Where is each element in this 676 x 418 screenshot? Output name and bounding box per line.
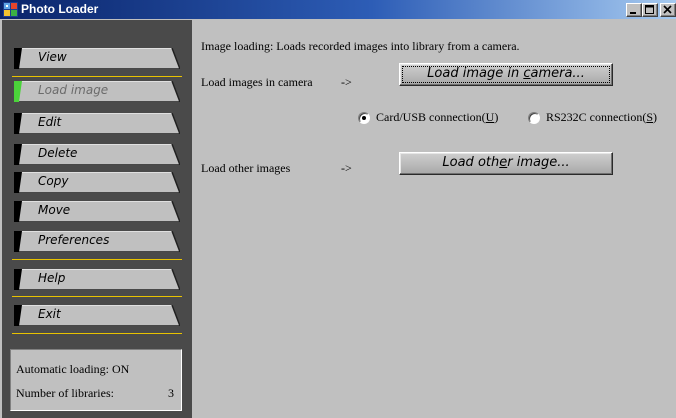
radio-label: Card/USB connection(U) xyxy=(376,110,499,124)
sidebar-item-label: Help xyxy=(38,271,66,285)
button-text: Load oth xyxy=(442,155,500,170)
sidebar-separator xyxy=(12,296,182,297)
main-panel: Image loading: Loads recorded images int… xyxy=(193,20,676,418)
sidebar-item-label: Exit xyxy=(38,307,61,321)
radio-dot xyxy=(362,115,366,120)
photo-loader-app-icon[interactable] xyxy=(3,2,18,17)
sidebar: View Load image Edit Delete Copy Move Pr… xyxy=(2,20,192,418)
camera-row-label: Load images in camera xyxy=(201,75,313,89)
sidebar-item-label: Move xyxy=(38,203,71,217)
sidebar-item-label: Copy xyxy=(38,174,69,188)
sidebar-item-help[interactable]: Help xyxy=(14,269,180,290)
other-row-arrow: -> xyxy=(341,161,352,175)
sidebar-item-delete[interactable]: Delete xyxy=(14,144,180,165)
card-usb-connection-radio[interactable]: Card/USB connection(U) xyxy=(358,110,498,125)
auto-loading-status: Automatic loading: ON xyxy=(16,362,130,376)
sidebar-item-label: Delete xyxy=(38,146,78,160)
radio-circle-selected xyxy=(358,111,370,124)
button-text: amera... xyxy=(530,66,585,81)
sidebar-item-load-image[interactable]: Load image xyxy=(14,81,180,102)
title-bar[interactable]: Photo Loader xyxy=(0,0,676,19)
maximize-button[interactable] xyxy=(642,3,658,17)
page-description: Image loading: Loads recorded images int… xyxy=(201,39,520,53)
minimize-icon xyxy=(630,12,636,14)
photo-loader-window: Photo Loader View Load image Edit Delete… xyxy=(0,0,676,418)
radio-label: RS232C connection(S) xyxy=(546,110,658,124)
window-title: Photo Loader xyxy=(21,2,99,16)
sidebar-item-label: View xyxy=(38,50,67,64)
sidebar-item-move[interactable]: Move xyxy=(14,201,180,222)
button-text: Load image in xyxy=(427,66,524,81)
libraries-count-value: 3 xyxy=(168,386,174,400)
sidebar-item-copy[interactable]: Copy xyxy=(14,172,180,193)
other-row-label: Load other images xyxy=(201,161,291,175)
maximize-icon xyxy=(645,5,654,14)
status-panel: Automatic loading: ON Number of librarie… xyxy=(10,349,182,411)
sidebar-item-label: Edit xyxy=(38,115,62,129)
sidebar-separator xyxy=(12,333,182,334)
close-button[interactable] xyxy=(660,3,676,17)
load-image-in-camera-button[interactable]: Load image in camera... xyxy=(399,63,613,86)
sidebar-item-edit[interactable]: Edit xyxy=(14,113,180,134)
sidebar-item-preferences[interactable]: Preferences xyxy=(14,231,180,252)
radio-circle xyxy=(528,111,540,124)
button-text: r image... xyxy=(507,155,570,170)
load-other-image-button[interactable]: Load other image... xyxy=(399,152,613,175)
sidebar-item-label: Load image xyxy=(38,83,109,97)
minimize-button[interactable] xyxy=(626,3,642,17)
sidebar-separator xyxy=(12,259,182,260)
camera-row-arrow: -> xyxy=(341,75,352,89)
sidebar-separator xyxy=(12,76,182,77)
close-icon xyxy=(663,5,672,14)
sidebar-item-exit[interactable]: Exit xyxy=(14,305,180,326)
libraries-count-label: Number of libraries: xyxy=(16,386,114,400)
sidebar-item-label: Preferences xyxy=(38,233,110,247)
sidebar-item-view[interactable]: View xyxy=(14,48,180,69)
rs232c-connection-radio[interactable]: RS232C connection(S) xyxy=(528,110,657,125)
